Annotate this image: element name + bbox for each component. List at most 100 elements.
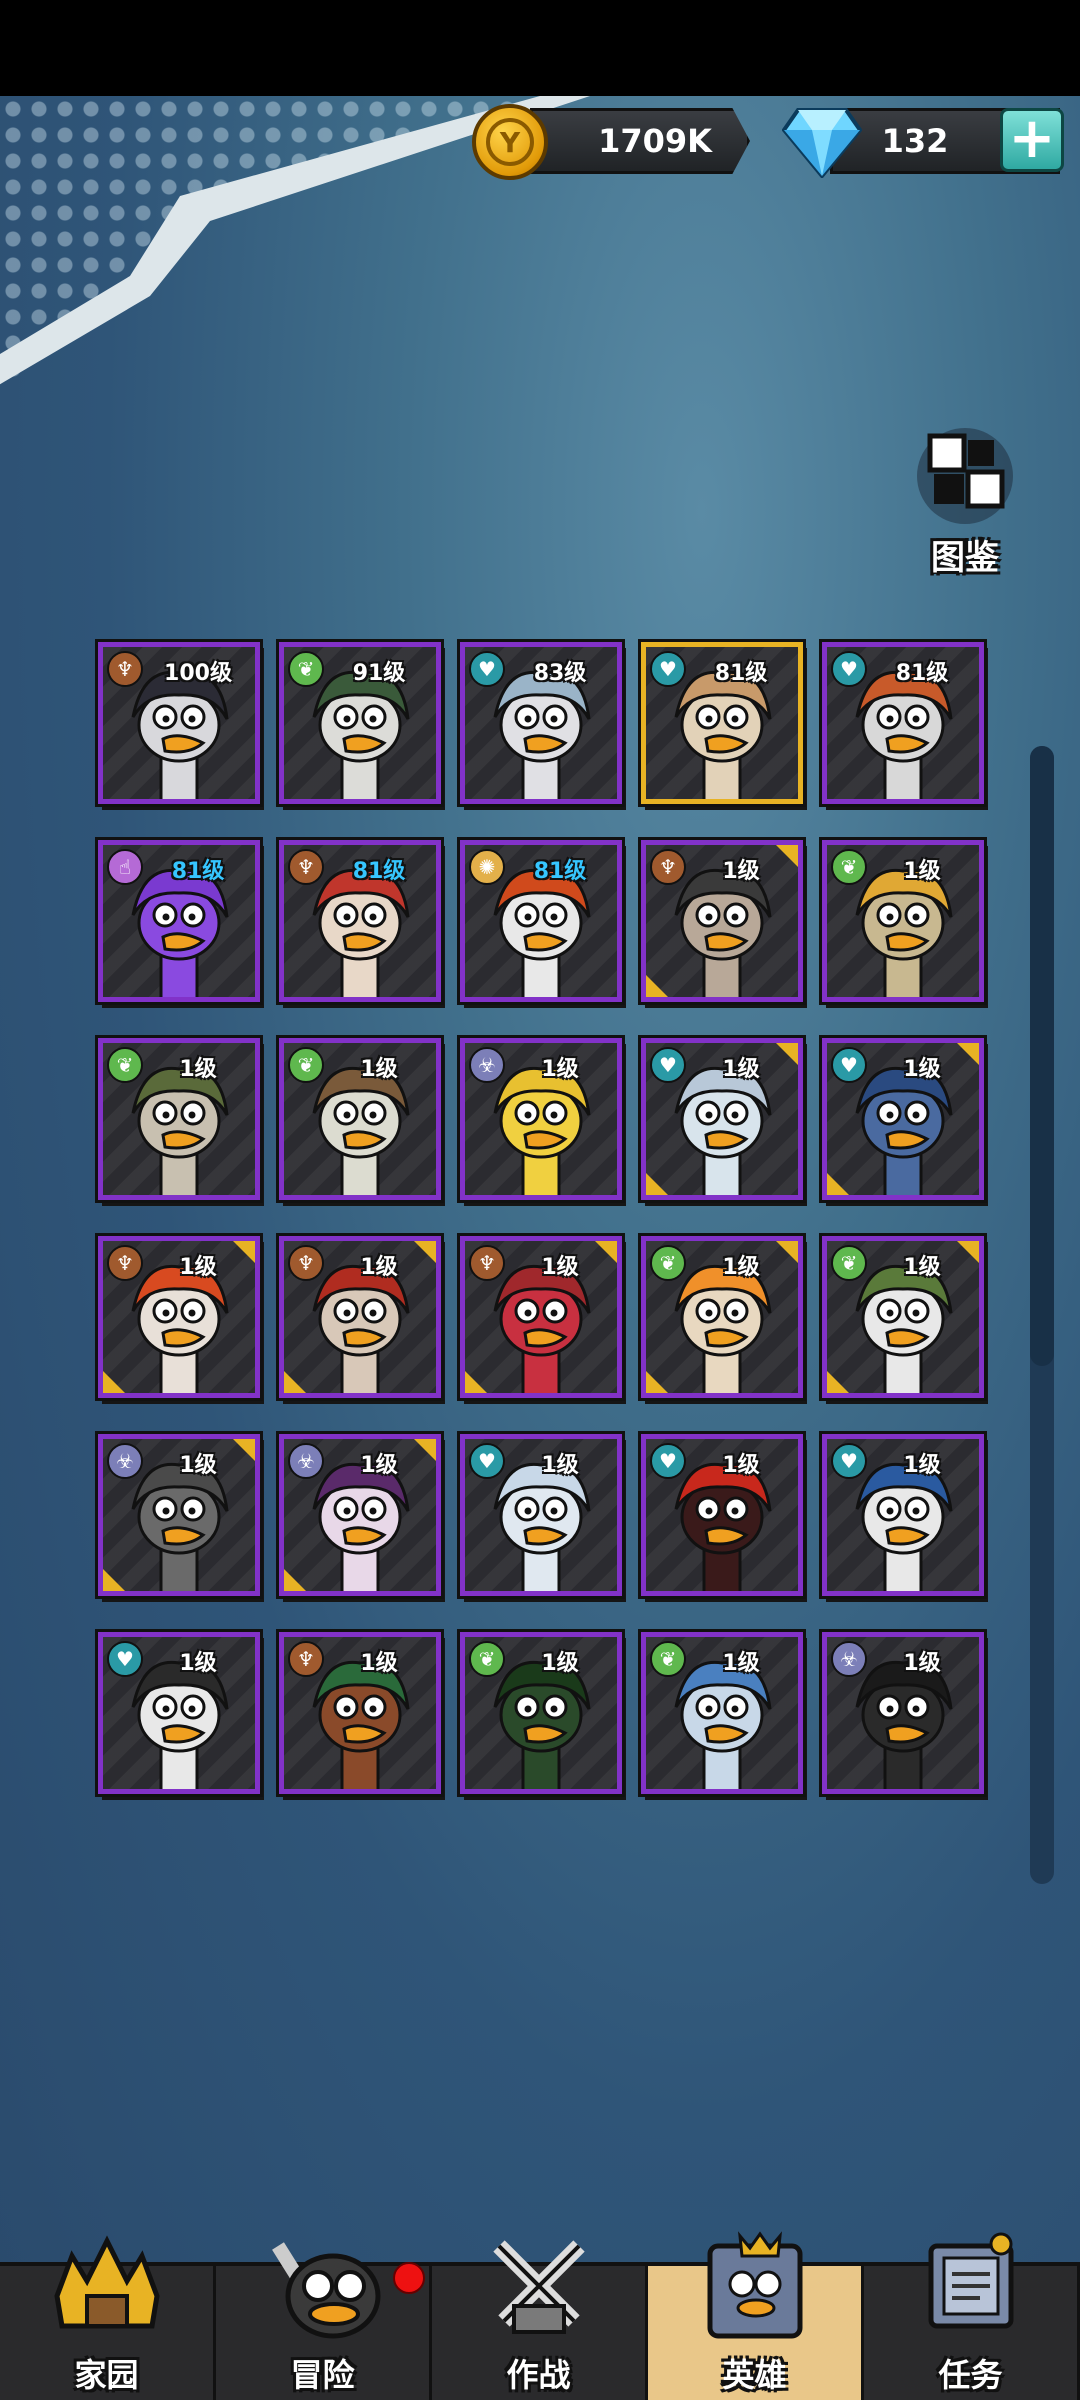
hero-card[interactable]: ☝ 81级 (98, 840, 260, 1002)
hero-card[interactable]: ♆ 1级 (98, 1236, 260, 1398)
battle-swords-icon (492, 2240, 585, 2334)
nav-tab-battle-swords[interactable]: 作战 (432, 2240, 648, 2400)
gold-counter[interactable]: 1709K (530, 108, 750, 174)
notification-dot (393, 2262, 425, 2294)
nav-tab-home-castle[interactable]: 家园 (0, 2235, 216, 2400)
hero-level: 81级 (533, 859, 587, 884)
hero-card[interactable]: ♥ 1级 (98, 1632, 260, 1794)
fire-element-icon: ♆ (469, 1245, 505, 1281)
quest-scroll-icon (928, 2232, 1013, 2329)
nav-label: 作战 (506, 2356, 571, 2394)
hero-level: 81级 (352, 859, 406, 884)
nav-tab-quest-scroll[interactable]: 任务 (864, 2232, 1080, 2400)
leaf-element-icon: ❦ (288, 651, 324, 687)
hero-level: 81级 (895, 661, 949, 686)
leaf-element-icon: ❦ (650, 1641, 686, 1677)
hero-card[interactable]: ♆ 1级 (279, 1632, 441, 1794)
fire-element-icon: ♆ (288, 849, 324, 885)
hero-level: 83级 (533, 661, 587, 686)
bio-element-icon: ☣ (288, 1443, 324, 1479)
hero-card[interactable]: ☣ 1级 (98, 1434, 260, 1596)
hero-level: 1级 (903, 1255, 941, 1280)
water-element-icon: ♥ (831, 1047, 867, 1083)
hero-card[interactable]: ♥ 1级 (460, 1434, 622, 1596)
hero-card[interactable]: ☣ 1级 (460, 1038, 622, 1200)
hero-level: 1级 (360, 1651, 398, 1676)
leaf-element-icon: ❦ (650, 1245, 686, 1281)
hero-card[interactable]: ❦ 1级 (279, 1038, 441, 1200)
leaf-element-icon: ❦ (831, 849, 867, 885)
hero-card[interactable]: ♆ 100级 (98, 642, 260, 804)
hero-screen: 1709K Y 132 + 图鉴 ♆ 100级 ❦ 91级 ♥ 83级 ♥ 81级 ♥ 81级 ☝ 8… (0, 96, 1080, 2400)
hero-level: 100级 (164, 661, 232, 686)
hero-level: 1级 (722, 1651, 760, 1676)
leaf-element-icon: ❦ (107, 1047, 143, 1083)
home-castle-icon (53, 2235, 160, 2329)
hero-card[interactable]: ❦ 1级 (641, 1632, 803, 1794)
hero-card[interactable]: ♆ 1级 (279, 1236, 441, 1398)
hero-card[interactable]: ♥ 81级 (822, 642, 984, 804)
nav-label: 冒险 (290, 2356, 355, 2394)
water-element-icon: ♥ (831, 1443, 867, 1479)
hero-level: 1级 (903, 1651, 941, 1676)
hero-card[interactable]: ❦ 1级 (98, 1038, 260, 1200)
scrollbar[interactable] (1030, 746, 1054, 1884)
water-element-icon: ♥ (107, 1641, 143, 1677)
hero-level: 1级 (541, 1651, 579, 1676)
bio-element-icon: ☣ (469, 1047, 505, 1083)
hero-card[interactable]: ❦ 1级 (641, 1236, 803, 1398)
hero-card[interactable]: ♥ 83级 (460, 642, 622, 804)
nav-tab-adventure-duck[interactable]: 冒险 (216, 2242, 432, 2400)
hero-level: 1级 (179, 1057, 217, 1082)
hero-card[interactable]: ♥ 1级 (822, 1434, 984, 1596)
water-element-icon: ♥ (650, 1047, 686, 1083)
fire-element-icon: ♆ (288, 1245, 324, 1281)
nav-tab-heroes-book[interactable]: 英雄 (648, 2231, 864, 2400)
pink-element-icon: ☝ (107, 849, 143, 885)
hero-card[interactable]: ♥ 1级 (822, 1038, 984, 1200)
hero-card[interactable]: ♥ 81级 (641, 642, 803, 804)
hero-level: 1级 (722, 1057, 760, 1082)
hero-card[interactable]: ❦ 1级 (822, 840, 984, 1002)
fire-element-icon: ♆ (107, 651, 143, 687)
hero-level: 1级 (360, 1453, 398, 1478)
hero-card[interactable]: ❦ 1级 (822, 1236, 984, 1398)
hero-card[interactable]: ☣ 1级 (279, 1434, 441, 1596)
hero-level: 91级 (352, 661, 406, 686)
fire-element-icon: ♆ (107, 1245, 143, 1281)
hero-level: 1级 (541, 1057, 579, 1082)
gem-amount: 132 (881, 122, 949, 160)
gold-amount: 1709K (598, 122, 712, 160)
hero-card[interactable]: ♆ 1级 (641, 840, 803, 1002)
codex-button[interactable]: 图鉴 (890, 426, 1040, 586)
hero-level: 81级 (714, 661, 768, 686)
codex-label: 图鉴 (931, 538, 999, 578)
hero-card[interactable]: ✺ 81级 (460, 840, 622, 1002)
codex-icon (917, 428, 1013, 524)
hero-grid: ♆ 100级 ❦ 91级 ♥ 83级 ♥ 81级 ♥ 81级 ☝ 81级 ♆ 81级 ✺ 81级 ♆ 1级 ❦ 1级 ❦… (98, 642, 988, 1794)
diamond-icon (782, 108, 862, 178)
water-element-icon: ♥ (650, 651, 686, 687)
water-element-icon: ♥ (469, 651, 505, 687)
hero-card[interactable]: ♥ 1级 (641, 1038, 803, 1200)
hero-level: 1级 (360, 1057, 398, 1082)
hero-level: 1级 (179, 1255, 217, 1280)
hero-card[interactable]: ♆ 81级 (279, 840, 441, 1002)
hero-card[interactable]: ☣ 1级 (822, 1632, 984, 1794)
add-gems-button[interactable]: + (1000, 108, 1064, 172)
nav-label: 英雄 (722, 2356, 787, 2394)
scroll-thumb[interactable] (1030, 746, 1054, 1366)
hero-level: 1级 (722, 1453, 760, 1478)
hero-card[interactable]: ♥ 1级 (641, 1434, 803, 1596)
nav-label: 任务 (938, 2356, 1003, 2394)
hero-card[interactable]: ♆ 1级 (460, 1236, 622, 1398)
hero-card[interactable]: ❦ 91级 (279, 642, 441, 804)
hero-level: 1级 (541, 1453, 579, 1478)
hero-level: 1级 (903, 1057, 941, 1082)
leaf-element-icon: ❦ (469, 1641, 505, 1677)
hero-level: 1级 (179, 1453, 217, 1478)
water-element-icon: ♥ (650, 1443, 686, 1479)
adventure-duck-icon (271, 2242, 380, 2339)
hero-level: 1级 (360, 1255, 398, 1280)
hero-card[interactable]: ❦ 1级 (460, 1632, 622, 1794)
